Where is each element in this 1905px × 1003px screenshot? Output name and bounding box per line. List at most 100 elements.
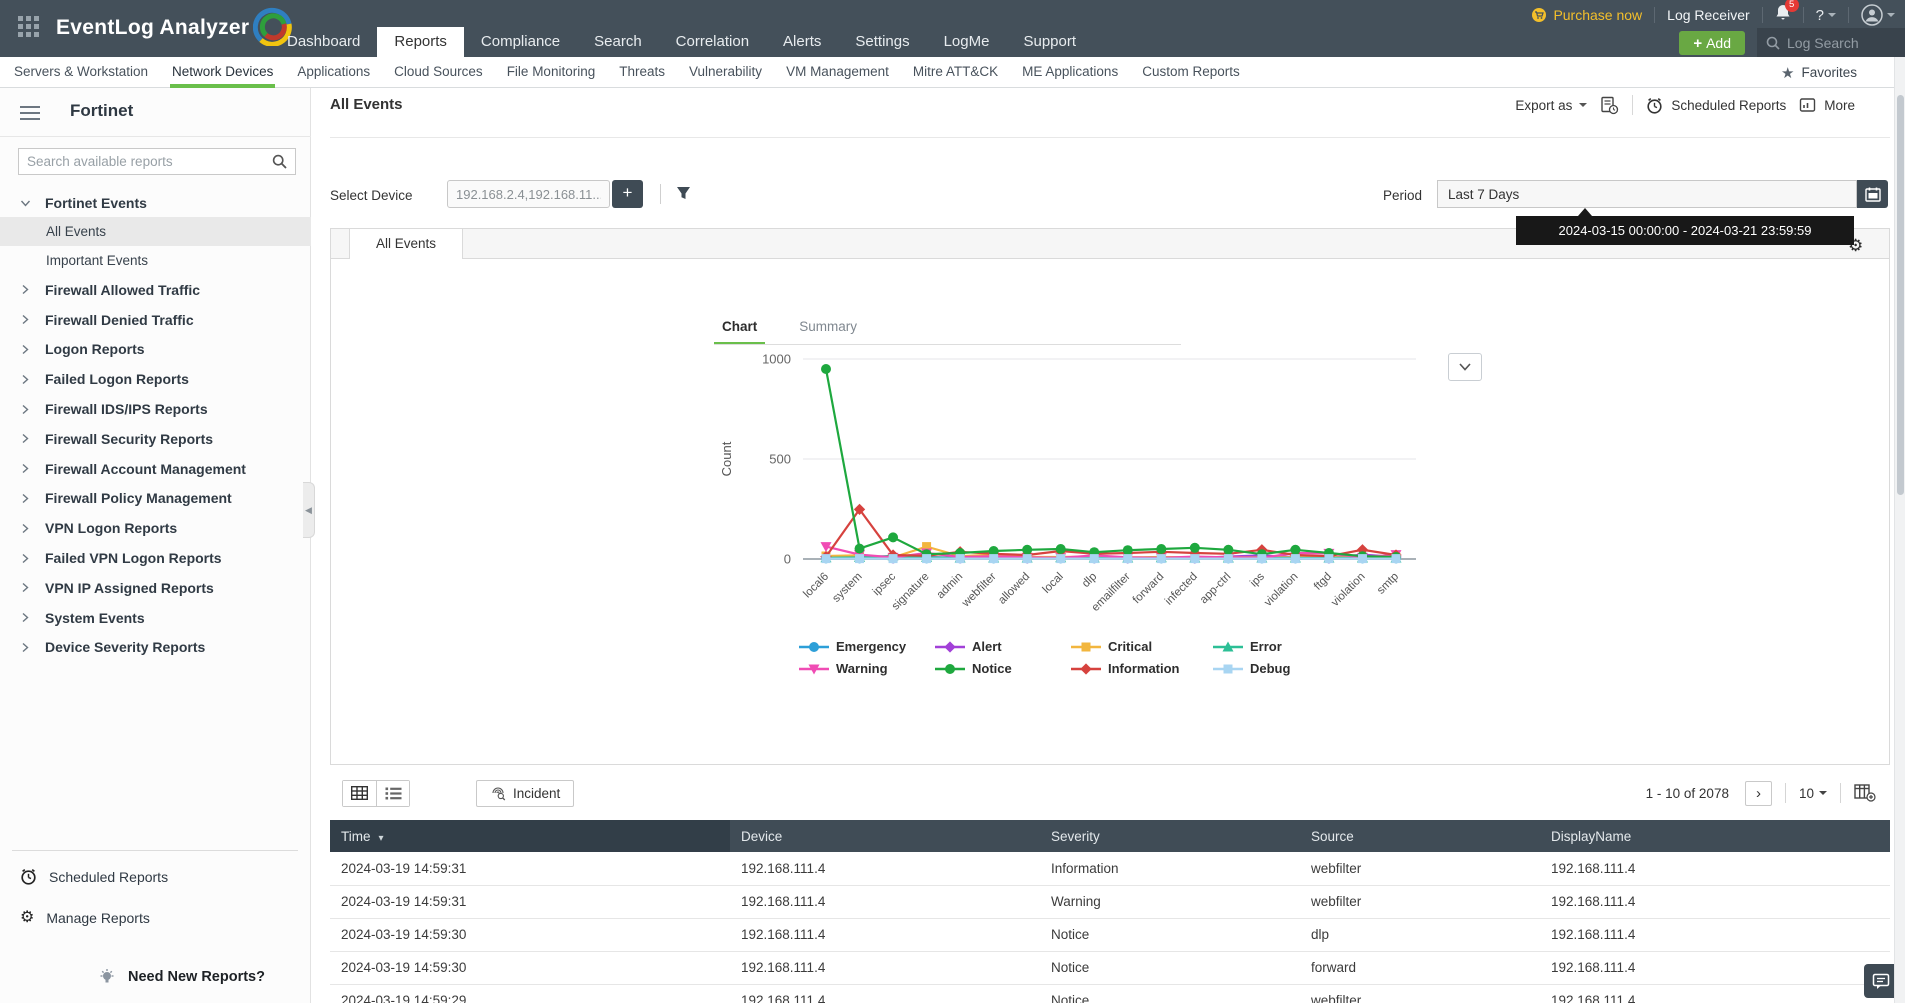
device-filter-input[interactable] xyxy=(447,180,610,208)
page-size-dropdown[interactable]: 10 xyxy=(1799,786,1827,801)
user-menu[interactable] xyxy=(1861,4,1895,26)
report-search-input[interactable] xyxy=(27,154,272,169)
app-switcher-icon[interactable] xyxy=(18,16,44,42)
subnav-item-servers-workstation[interactable]: Servers & Workstation xyxy=(2,57,160,88)
subnav-item-file-monitoring[interactable]: File Monitoring xyxy=(495,57,608,88)
favorites-button[interactable]: ★ Favorites xyxy=(1781,57,1857,88)
scrollbar-thumb[interactable] xyxy=(1897,95,1904,495)
nav-item-logme[interactable]: LogMe xyxy=(927,27,1007,57)
sidebar-group-firewall-ids-ips-reports[interactable]: Firewall IDS/IPS Reports xyxy=(0,394,311,424)
table-row[interactable]: 2024-03-19 14:59:31192.168.111.4Warningw… xyxy=(330,885,1890,918)
nav-item-support[interactable]: Support xyxy=(1006,27,1093,57)
legend-item-information[interactable]: Information xyxy=(1071,661,1213,676)
product-logo[interactable]: EventLog Analyzer xyxy=(56,10,293,46)
subnav-item-me-applications[interactable]: ME Applications xyxy=(1010,57,1130,88)
tab-all-events[interactable]: All Events xyxy=(349,229,463,259)
legend-item-debug[interactable]: Debug xyxy=(1213,661,1333,676)
sidebar-collapse-icon[interactable] xyxy=(20,106,40,124)
sidebar-group-firewall-account-management[interactable]: Firewall Account Management xyxy=(0,454,311,484)
log-search-box[interactable] xyxy=(1757,28,1905,57)
chevron-right-icon xyxy=(20,433,30,444)
legend-item-emergency[interactable]: Emergency xyxy=(799,639,935,654)
subnav-item-network-devices[interactable]: Network Devices xyxy=(160,57,285,88)
sidebar-group-vpn-ip-assigned-reports[interactable]: VPN IP Assigned Reports xyxy=(0,573,311,603)
nav-item-dashboard[interactable]: Dashboard xyxy=(270,27,377,57)
sidebar-group-failed-logon-reports[interactable]: Failed Logon Reports xyxy=(0,364,311,394)
sidebar-group-logon-reports[interactable]: Logon Reports xyxy=(0,335,311,365)
column-header-device[interactable]: Device xyxy=(730,820,1040,852)
sidebar-item-all-events[interactable]: All Events xyxy=(0,217,311,246)
column-header-source[interactable]: Source xyxy=(1300,820,1540,852)
sidebar-scheduled-reports[interactable]: Scheduled Reports xyxy=(20,868,168,885)
notifications-button[interactable]: 5 xyxy=(1775,4,1791,26)
subnav-item-cloud-sources[interactable]: Cloud Sources xyxy=(382,57,495,88)
filter-icon[interactable] xyxy=(676,186,691,201)
subnav-item-vulnerability[interactable]: Vulnerability xyxy=(677,57,774,88)
sidebar-group-system-events[interactable]: System Events xyxy=(0,603,311,633)
export-as-dropdown[interactable]: Export as xyxy=(1515,98,1587,113)
svg-text:app-ctrl: app-ctrl xyxy=(1198,571,1234,607)
svg-text:ipsec: ipsec xyxy=(871,570,899,598)
table-row[interactable]: 2024-03-19 14:59:29192.168.111.4Noticewe… xyxy=(330,984,1890,1003)
legend-item-critical[interactable]: Critical xyxy=(1071,639,1213,654)
log-search-input[interactable] xyxy=(1787,35,1887,51)
list-view-button[interactable] xyxy=(376,781,409,806)
table-row[interactable]: 2024-03-19 14:59:30192.168.111.4Noticedl… xyxy=(330,918,1890,951)
sidebar-group-firewall-denied-traffic[interactable]: Firewall Denied Traffic xyxy=(0,305,311,335)
sidebar-collapse-handle[interactable]: ◀ xyxy=(303,482,315,538)
nav-item-correlation[interactable]: Correlation xyxy=(659,27,766,57)
incident-button[interactable]: Incident xyxy=(476,780,574,807)
more-button[interactable]: More xyxy=(1799,97,1855,113)
need-new-reports-link[interactable]: Need New Reports? xyxy=(98,968,265,986)
sidebar-group-firewall-security-reports[interactable]: Firewall Security Reports xyxy=(0,424,311,454)
sidebar-group-failed-vpn-logon-reports[interactable]: Failed VPN Logon Reports xyxy=(0,543,311,573)
column-header-displayname[interactable]: DisplayName xyxy=(1540,820,1890,852)
sidebar-group-firewall-policy-management[interactable]: Firewall Policy Management xyxy=(0,484,311,514)
manage-columns-icon[interactable] xyxy=(1854,784,1876,802)
tooltip-arrow xyxy=(1578,208,1592,216)
period-input[interactable] xyxy=(1437,180,1857,208)
subnav-item-applications[interactable]: Applications xyxy=(285,57,382,88)
scheduled-reports-button[interactable]: Scheduled Reports xyxy=(1646,97,1786,114)
legend-item-error[interactable]: Error xyxy=(1213,639,1333,654)
subnav-item-mitre-att-ck[interactable]: Mitre ATT&CK xyxy=(901,57,1010,88)
nav-item-search[interactable]: Search xyxy=(577,27,659,57)
sidebar-manage-reports[interactable]: ⚙ Manage Reports xyxy=(20,910,150,926)
next-page-button[interactable]: › xyxy=(1745,781,1772,806)
add-button[interactable]: +Add xyxy=(1679,31,1745,55)
grid-view-button[interactable] xyxy=(343,781,376,806)
export-schedule-icon[interactable] xyxy=(1600,96,1619,115)
sidebar-item-important-events[interactable]: Important Events xyxy=(0,246,311,275)
column-header-time[interactable]: Time▾ xyxy=(330,820,730,852)
sidebar-group-device-severity-reports[interactable]: Device Severity Reports xyxy=(0,633,311,663)
chevron-right-icon xyxy=(20,344,30,355)
sidebar-group-fortinet-events[interactable]: Fortinet Events xyxy=(0,188,311,217)
calendar-button[interactable] xyxy=(1857,180,1888,208)
page-scrollbar[interactable] xyxy=(1894,57,1905,1003)
legend-item-warning[interactable]: Warning xyxy=(799,661,935,676)
subnav-item-threats[interactable]: Threats xyxy=(607,57,677,88)
subnav-item-vm-management[interactable]: VM Management xyxy=(774,57,901,88)
purchase-now-link[interactable]: Purchase now xyxy=(1531,7,1642,23)
table-cell: 192.168.111.4 xyxy=(1540,852,1890,885)
subnav-item-custom-reports[interactable]: Custom Reports xyxy=(1130,57,1252,88)
svg-text:ftgd: ftgd xyxy=(1312,571,1334,593)
nav-item-alerts[interactable]: Alerts xyxy=(766,27,838,57)
nav-item-compliance[interactable]: Compliance xyxy=(464,27,577,57)
table-row[interactable]: 2024-03-19 14:59:31192.168.111.4Informat… xyxy=(330,852,1890,885)
sidebar-group-vpn-logon-reports[interactable]: VPN Logon Reports xyxy=(0,513,311,543)
sidebar-group-firewall-allowed-traffic[interactable]: Firewall Allowed Traffic xyxy=(0,275,311,305)
column-header-severity[interactable]: Severity xyxy=(1040,820,1300,852)
legend-marker-icon xyxy=(1071,641,1101,653)
table-row[interactable]: 2024-03-19 14:59:30192.168.111.4Noticefo… xyxy=(330,951,1890,984)
add-device-button[interactable]: + xyxy=(612,180,643,208)
nav-item-settings[interactable]: Settings xyxy=(838,27,926,57)
log-receiver-link[interactable]: Log Receiver xyxy=(1667,7,1750,23)
feedback-chat-button[interactable] xyxy=(1864,964,1898,998)
legend-item-alert[interactable]: Alert xyxy=(935,639,1071,654)
legend-item-notice[interactable]: Notice xyxy=(935,661,1071,676)
report-actions: Export as Scheduled Reports More xyxy=(1515,95,1855,115)
report-search-box[interactable] xyxy=(18,148,296,175)
help-menu[interactable]: ? xyxy=(1816,7,1836,24)
nav-item-reports[interactable]: Reports xyxy=(377,27,464,57)
